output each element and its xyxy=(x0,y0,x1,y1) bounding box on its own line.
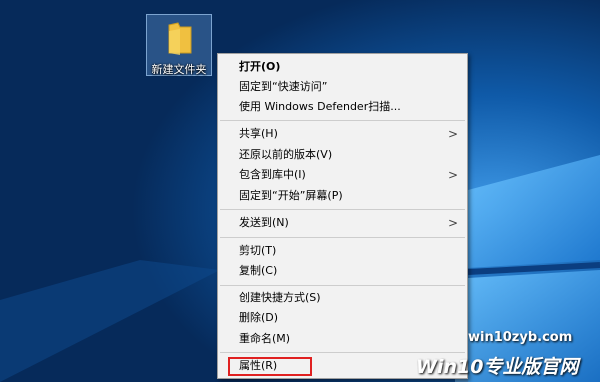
menu-item-rename[interactable]: 重命名(M) xyxy=(218,329,467,349)
menu-separator xyxy=(220,237,465,238)
menu-item-delete[interactable]: 删除(D) xyxy=(218,308,467,328)
chevron-right-icon: > xyxy=(447,216,458,230)
menu-item-open[interactable]: 打开(O) xyxy=(218,57,467,77)
menu-item-copy[interactable]: 复制(C) xyxy=(218,261,467,281)
watermark-url: win10zyb.com xyxy=(468,330,573,345)
watermark-brand: Win10专业版官网 xyxy=(416,356,579,378)
chevron-right-icon: > xyxy=(447,168,458,182)
menu-item-create-shortcut[interactable]: 创建快捷方式(S) xyxy=(218,288,467,308)
desktop-folder-icon-item[interactable]: 新建文件夹 xyxy=(146,14,212,76)
menu-separator xyxy=(220,209,465,210)
menu-item-restore-versions[interactable]: 还原以前的版本(V) xyxy=(218,145,467,165)
chevron-right-icon: > xyxy=(447,127,458,141)
menu-item-send-to[interactable]: 发送到(N) > xyxy=(218,213,467,233)
menu-item-defender-scan[interactable]: 使用 Windows Defender扫描... xyxy=(218,97,467,117)
menu-separator xyxy=(220,285,465,286)
folder-icon xyxy=(168,22,192,55)
menu-separator xyxy=(220,120,465,121)
menu-item-share[interactable]: 共享(H) > xyxy=(218,124,467,144)
menu-item-pin-quick-access[interactable]: 固定到“快速访问” xyxy=(218,77,467,97)
folder-label: 新建文件夹 xyxy=(151,63,207,76)
menu-item-include-library[interactable]: 包含到库中(I) > xyxy=(218,165,467,185)
context-menu: 打开(O) 固定到“快速访问” 使用 Windows Defender扫描...… xyxy=(217,53,468,379)
menu-item-pin-start[interactable]: 固定到“开始”屏幕(P) xyxy=(218,186,467,206)
menu-item-cut[interactable]: 剪切(T) xyxy=(218,241,467,261)
